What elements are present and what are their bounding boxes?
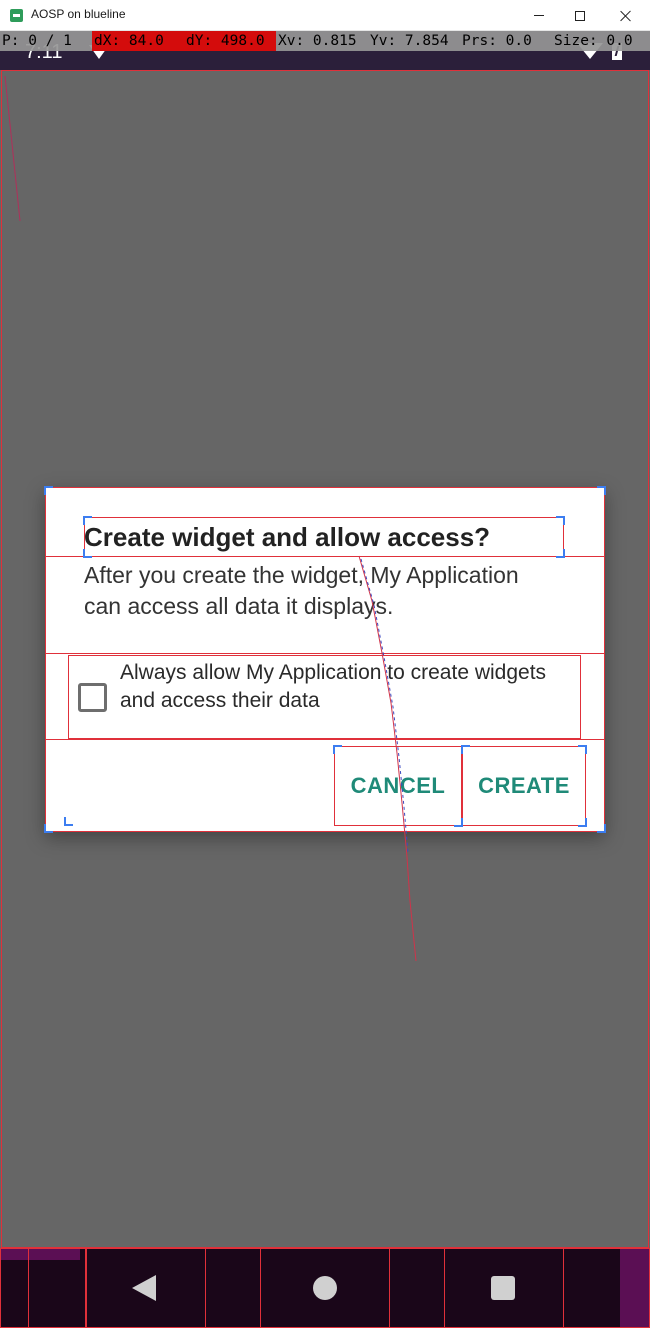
bound-corner [44,824,53,833]
bound-corner [597,486,606,495]
maximize-icon [575,10,585,21]
nav-edge-highlight [620,1248,650,1328]
pointer-location-overlay: P: 0 / 1 dX: 84.0 dY: 498.0 Xv: 0.815 Yv… [0,31,650,51]
bound-corner [556,549,565,558]
create-button[interactable]: CREATE [462,746,586,826]
pointer-velocity-y: Yv: 7.854 [370,33,449,49]
layout-bound-nav-slot [28,1248,86,1328]
close-icon [620,10,632,22]
back-icon[interactable] [132,1275,156,1301]
pointer-size: Size: 0.0 [554,33,633,49]
home-icon[interactable] [313,1276,337,1300]
device-screen: 7:11 P: 0 / 1 dX: 84.0 dY: 498.0 Xv: 0.8… [0,31,650,1328]
widget-permission-dialog: Create widget and allow access? After yo… [44,486,606,833]
window-title: AOSP on blueline [31,7,126,21]
pointer-delta-x: dX: 84.0 [92,31,184,51]
bound-corner [556,516,565,525]
recents-icon[interactable] [491,1276,515,1300]
pointer-delta-y: dY: 498.0 [184,31,276,51]
pointer-count: P: 0 / 1 [2,33,72,49]
bound-corner [597,824,606,833]
always-allow-checkbox[interactable] [78,683,107,712]
nav-edge-highlight [0,1248,80,1260]
minimize-button[interactable] [516,0,562,31]
bound-corner [64,817,73,826]
always-allow-label: Always allow My Application to create wi… [120,661,547,712]
window-title-bar: AOSP on blueline [0,0,650,31]
app-icon [10,9,23,22]
cancel-button[interactable]: CANCEL [334,746,462,826]
maximize-button[interactable] [557,0,603,31]
minimize-icon [534,15,544,16]
dialog-message: After you create the widget, My Applicat… [84,562,519,619]
pointer-pressure: Prs: 0.0 [462,33,532,49]
navigation-bar [0,1248,650,1328]
bound-corner [44,486,53,495]
always-allow-row[interactable]: Always allow My Application to create wi… [68,656,581,740]
pointer-velocity-x: Xv: 0.815 [278,33,357,49]
dialog-title: Create widget and allow access? [84,522,491,552]
close-button[interactable] [603,0,649,31]
